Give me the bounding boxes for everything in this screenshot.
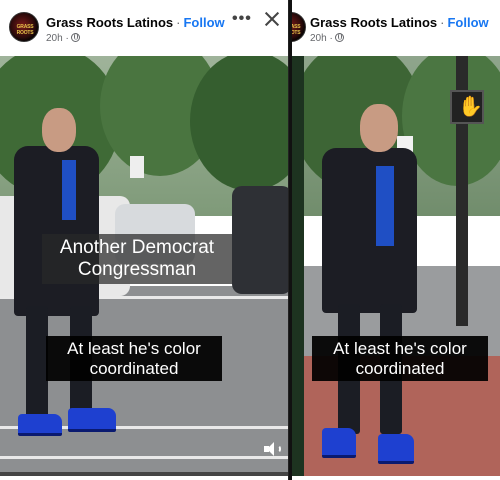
follow-button[interactable]: Follow	[447, 15, 488, 30]
separator-dot: ·	[440, 15, 445, 30]
video-progress-bar[interactable]	[0, 472, 288, 476]
time-ago: 20h ·	[310, 33, 333, 44]
video-caption-bottom: At least he's color coordinated	[312, 336, 488, 382]
post-header: GRASS ROOTS Grass Roots Latinos·Follow 2…	[292, 0, 500, 56]
more-options-icon[interactable]: •••	[232, 10, 252, 28]
page-name-row: Grass Roots Latinos · Follow	[310, 15, 489, 30]
blue-heel	[18, 414, 62, 436]
person-head	[42, 108, 76, 152]
video-caption-top: Another Democrat Congressman	[42, 234, 232, 284]
stop-hand-icon: ✋	[458, 96, 483, 118]
avatar-logo-text: GRASS ROOTS	[292, 24, 301, 36]
avatar-logo-text: GRASS ROOTS	[16, 24, 34, 36]
scene-sign	[130, 156, 144, 178]
blue-heel	[322, 428, 356, 458]
blue-heel	[378, 434, 414, 464]
blue-heel	[68, 408, 116, 432]
separator-dot: ·	[176, 15, 181, 30]
caption-line: Congressman	[77, 258, 197, 280]
post-header: GRASS ROOTS Grass Roots Latinos·Follow 2…	[0, 0, 288, 56]
video-player[interactable]: Another Democrat Congressman At least he…	[0, 56, 288, 476]
caption-line: Another Democrat	[59, 237, 215, 258]
post-timestamp[interactable]: 20h ·	[46, 33, 80, 44]
post-left: GRASS ROOTS Grass Roots Latinos · Follow 2…	[0, 0, 289, 480]
follow-button[interactable]: Follow	[183, 15, 224, 30]
person-jacket	[14, 146, 99, 316]
page-name-link[interactable]: Grass Roots Latinos	[46, 15, 173, 30]
person-leg	[26, 306, 48, 426]
speaker-icon[interactable]	[264, 442, 281, 456]
pedestrian-signal: ✋	[450, 90, 484, 124]
caption-line: At least he's color	[67, 339, 201, 358]
close-icon[interactable]	[263, 10, 281, 28]
scene-pole	[292, 56, 304, 476]
person-shirt	[376, 166, 394, 246]
post-timestamp[interactable]: 20h ·	[310, 33, 344, 44]
person-shirt	[62, 160, 76, 220]
caption-line: coordinated	[89, 358, 179, 378]
person-jacket	[322, 148, 417, 313]
time-ago: 20h ·	[46, 33, 69, 44]
video-caption-bottom: At least he's color coordinated	[46, 336, 222, 382]
person-head	[360, 104, 398, 152]
globe-icon	[70, 33, 80, 42]
scene-car	[232, 186, 288, 294]
page-avatar[interactable]: GRASS ROOTS	[292, 12, 306, 42]
page-name-link[interactable]: Grass Roots Latinos	[310, 15, 437, 30]
caption-line: At least he's color	[333, 339, 467, 358]
crosswalk-line	[0, 456, 288, 459]
post-right: GRASS ROOTS Grass Roots Latinos·Follow 2…	[292, 0, 500, 480]
page-name-row: Grass Roots Latinos · Follow	[46, 15, 225, 30]
caption-line: coordinated	[355, 358, 445, 378]
page-avatar[interactable]: GRASS ROOTS	[9, 12, 39, 42]
globe-icon	[334, 33, 344, 42]
video-player[interactable]: ✋ At least he's color coordinated	[292, 56, 500, 476]
